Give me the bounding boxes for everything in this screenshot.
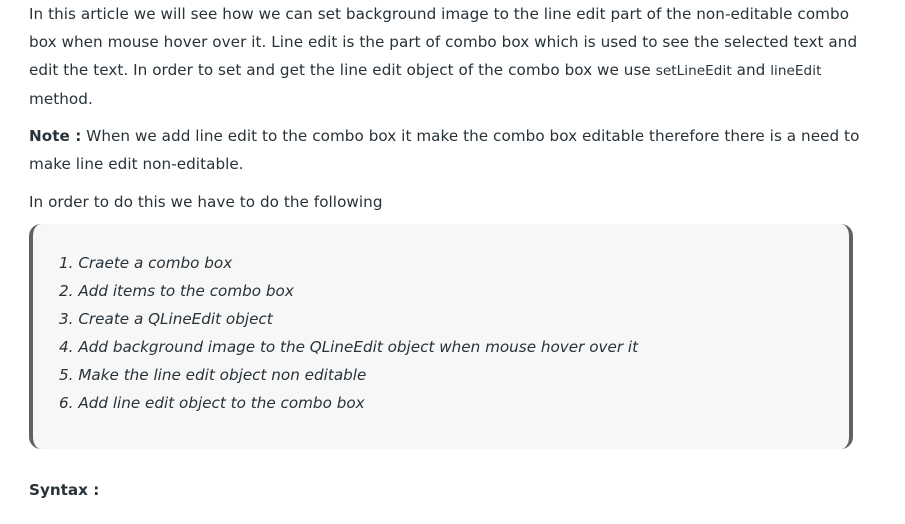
line-edit-code: lineEdit (770, 63, 822, 79)
lead-in-paragraph: In order to do this we have to do the fo… (29, 193, 383, 211)
note-text: When we add line edit to the combo box i… (29, 127, 860, 173)
list-item: 6. Add line edit object to the combo box (59, 394, 365, 412)
list-item: 4. Add background image to the QLineEdit… (59, 338, 639, 356)
note-label: Note : (29, 127, 82, 145)
list-item: 5. Make the line edit object non editabl… (59, 366, 367, 384)
and-text: and (731, 61, 771, 79)
steps-blockquote: 1. Craete a combo box 2. Add items to th… (29, 224, 853, 449)
syntax-heading: Syntax : (29, 481, 100, 499)
set-line-edit-code: setLineEdit (655, 63, 732, 79)
note-paragraph: Note : When we add line edit to the comb… (29, 122, 875, 178)
intro-paragraph: In this article we will see how we can s… (29, 0, 875, 113)
steps-list: 1. Craete a combo box 2. Add items to th… (59, 249, 638, 417)
method-text: method. (29, 90, 93, 108)
list-item: 1. Craete a combo box (59, 254, 233, 272)
list-item: 2. Add items to the combo box (59, 282, 294, 300)
list-item: 3. Create a QLineEdit object (59, 310, 273, 328)
article-body: In this article we will see how we can s… (29, 0, 875, 216)
